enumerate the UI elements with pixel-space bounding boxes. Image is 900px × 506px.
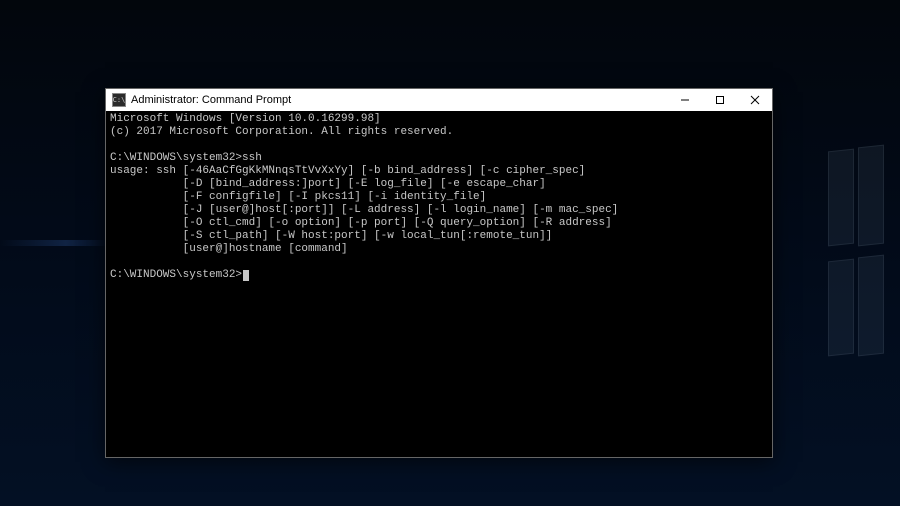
cmd-icon: C:\	[112, 93, 126, 107]
banner-line: Microsoft Windows [Version 10.0.16299.98…	[110, 113, 381, 125]
background-streak	[0, 240, 110, 246]
close-icon	[750, 95, 760, 105]
usage-line: [-J [user@]host[:port]] [-L address] [-l…	[110, 204, 618, 216]
usage-line: usage: ssh [-46AaCfGgKkMNnqsTtVvXxYy] [-…	[110, 165, 585, 177]
titlebar[interactable]: C:\ Administrator: Command Prompt	[106, 89, 772, 111]
usage-line: [-F configfile] [-I pkcs11] [-i identity…	[110, 191, 486, 203]
close-button[interactable]	[737, 89, 772, 111]
minimize-icon	[680, 95, 690, 105]
usage-line: [-O ctl_cmd] [-o option] [-p port] [-Q q…	[110, 217, 612, 229]
maximize-button[interactable]	[702, 89, 737, 111]
text-cursor	[243, 270, 249, 281]
banner-line: (c) 2017 Microsoft Corporation. All righ…	[110, 126, 453, 138]
window-title: Administrator: Command Prompt	[131, 94, 291, 106]
windows-logo-background	[804, 150, 884, 370]
usage-line: [-S ctl_path] [-W host:port] [-w local_t…	[110, 230, 552, 242]
command-prompt-window: C:\ Administrator: Command Prompt Micros…	[105, 88, 773, 458]
terminal-output[interactable]: Microsoft Windows [Version 10.0.16299.98…	[106, 111, 772, 457]
minimize-button[interactable]	[667, 89, 702, 111]
maximize-icon	[715, 95, 725, 105]
prompt-path: C:\WINDOWS\system32>	[110, 269, 242, 281]
usage-line: [user@]hostname [command]	[110, 243, 348, 255]
desktop: C:\ Administrator: Command Prompt Micros…	[0, 0, 900, 506]
prompt-command: ssh	[242, 152, 262, 164]
prompt-path: C:\WINDOWS\system32>	[110, 152, 242, 164]
usage-line: [-D [bind_address:]port] [-E log_file] […	[110, 178, 546, 190]
